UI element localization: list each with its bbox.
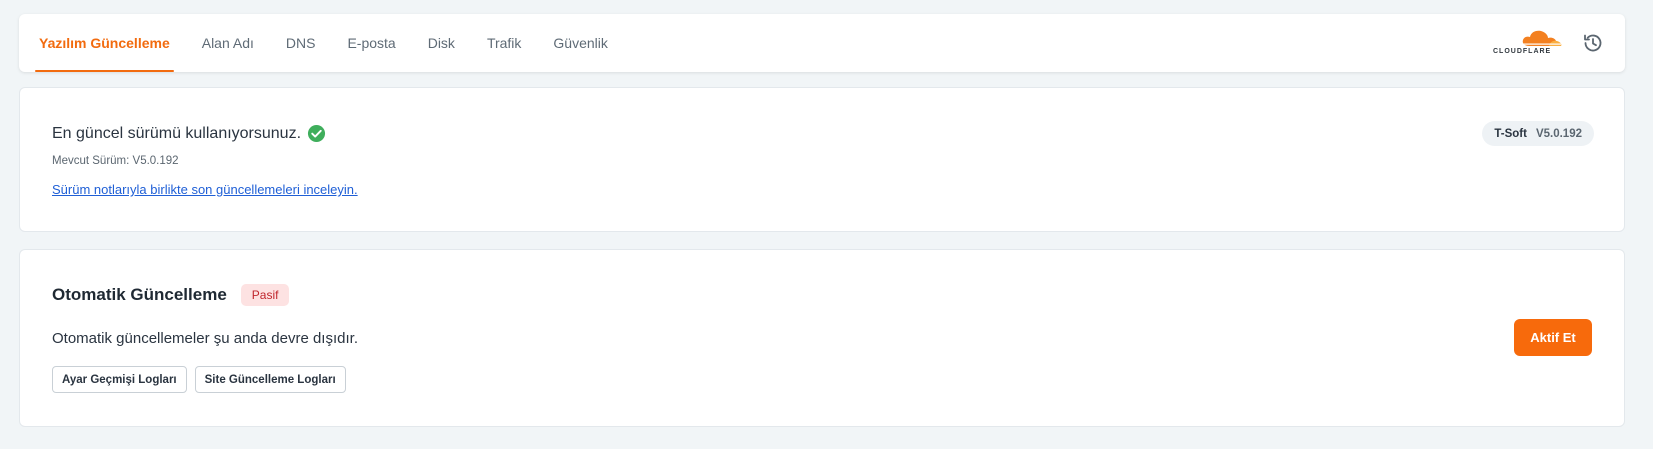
check-circle-icon (307, 124, 326, 143)
release-notes-link[interactable]: Sürüm notlarıyla birlikte son güncelleme… (52, 182, 358, 197)
version-badge: T-Soft V5.0.192 (1482, 121, 1594, 146)
tab-disk[interactable]: Disk (424, 14, 459, 72)
status-badge: Pasif (240, 284, 290, 306)
tab-dns[interactable]: DNS (282, 14, 320, 72)
version-status-card: En güncel sürümü kullanıyorsunuz. Mevcut… (19, 87, 1625, 232)
tab-trafik[interactable]: Trafik (483, 14, 525, 72)
cloudflare-logo: CLOUDFLARE (1493, 29, 1571, 59)
cloudflare-cloud-icon (1522, 30, 1562, 46)
top-tab-bar: Yazılım Güncelleme Alan Adı DNS E-posta … (19, 14, 1625, 72)
version-status-text: En güncel sürümü kullanıyorsunuz. (52, 124, 302, 142)
cloudflare-wordmark: CLOUDFLARE (1493, 48, 1552, 55)
tab-e-posta[interactable]: E-posta (343, 14, 399, 72)
version-status-line: En güncel sürümü kullanıyorsunuz. (52, 124, 326, 143)
current-version-label: Mevcut Sürüm: V5.0.192 (52, 155, 179, 167)
badge-product-name: T-Soft (1494, 127, 1527, 140)
auto-update-header: Otomatik Güncelleme Pasif (52, 284, 290, 306)
history-button[interactable] (1581, 31, 1605, 55)
history-icon (1584, 34, 1602, 52)
auto-update-title: Otomatik Güncelleme (52, 285, 227, 304)
activate-button[interactable]: Aktif Et (1514, 319, 1592, 356)
badge-version-number: V5.0.192 (1535, 127, 1582, 140)
log-buttons: Ayar Geçmişi Logları Site Güncelleme Log… (52, 366, 354, 393)
tab-yazilim-guncelleme[interactable]: Yazılım Güncelleme (35, 14, 174, 72)
tab-alan-adi[interactable]: Alan Adı (198, 14, 258, 72)
tab-guvenlik[interactable]: Güvenlik (549, 14, 611, 72)
auto-update-description: Otomatik güncellemeler şu anda devre dış… (52, 330, 358, 347)
site-update-logs-button[interactable]: Site Güncelleme Logları (194, 366, 346, 393)
auto-update-card: Otomatik Güncelleme Pasif Otomatik günce… (19, 249, 1625, 427)
tab-list: Yazılım Güncelleme Alan Adı DNS E-posta … (35, 14, 636, 72)
settings-history-logs-button[interactable]: Ayar Geçmişi Logları (52, 366, 187, 393)
